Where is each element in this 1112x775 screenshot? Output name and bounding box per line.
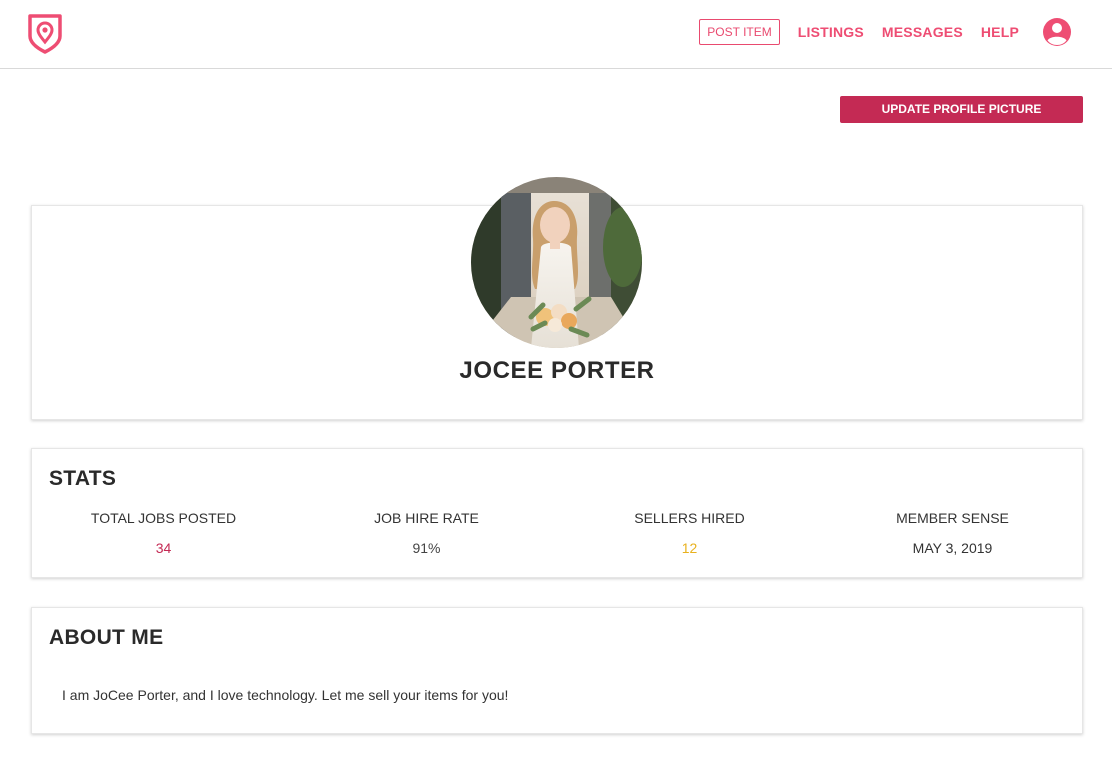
stat-label: JOB HIRE RATE <box>374 510 479 526</box>
stat-label: SELLERS HIRED <box>634 510 745 526</box>
about-text: I am JoCee Porter, and I love technology… <box>62 687 509 703</box>
stat-value: MAY 3, 2019 <box>912 540 993 556</box>
stat-label: TOTAL JOBS POSTED <box>90 510 237 526</box>
stat-value: 12 <box>681 540 698 556</box>
update-profile-picture-button[interactable]: UPDATE PROFILE PICTURE <box>840 96 1083 123</box>
stat-job-hire-rate: JOB HIRE RATE 91% <box>295 510 558 556</box>
stats-title: STATS <box>49 467 117 490</box>
stats-card: STATS TOTAL JOBS POSTED 34 JOB HIRE RATE… <box>31 448 1083 578</box>
stat-total-jobs-posted: TOTAL JOBS POSTED 34 <box>32 510 295 556</box>
profile-photo <box>471 177 642 348</box>
about-title: ABOUT ME <box>49 626 164 649</box>
stat-label: MEMBER SENSE <box>896 510 1009 526</box>
about-card: ABOUT ME I am JoCee Porter, and I love t… <box>31 607 1083 734</box>
stat-value: 91% <box>412 540 441 556</box>
top-navigation-bar: POST ITEM LISTINGS MESSAGES HELP <box>0 0 1112 69</box>
nav-help-link[interactable]: HELP <box>981 24 1019 40</box>
user-circle-icon[interactable] <box>1042 17 1072 47</box>
profile-name: JOCEE PORTER <box>459 357 655 384</box>
stat-value: 34 <box>155 540 172 556</box>
stat-member-since: MEMBER SENSE MAY 3, 2019 <box>821 510 1084 556</box>
nav-listings-link[interactable]: LISTINGS <box>798 24 864 40</box>
main-nav: POST ITEM LISTINGS MESSAGES HELP <box>699 17 1072 47</box>
post-item-button[interactable]: POST ITEM <box>699 19 780 45</box>
stats-row: TOTAL JOBS POSTED 34 JOB HIRE RATE 91% S… <box>32 510 1084 556</box>
stat-sellers-hired: SELLERS HIRED 12 <box>558 510 821 556</box>
nav-messages-link[interactable]: MESSAGES <box>882 24 963 40</box>
location-pin-logo[interactable] <box>26 12 64 54</box>
